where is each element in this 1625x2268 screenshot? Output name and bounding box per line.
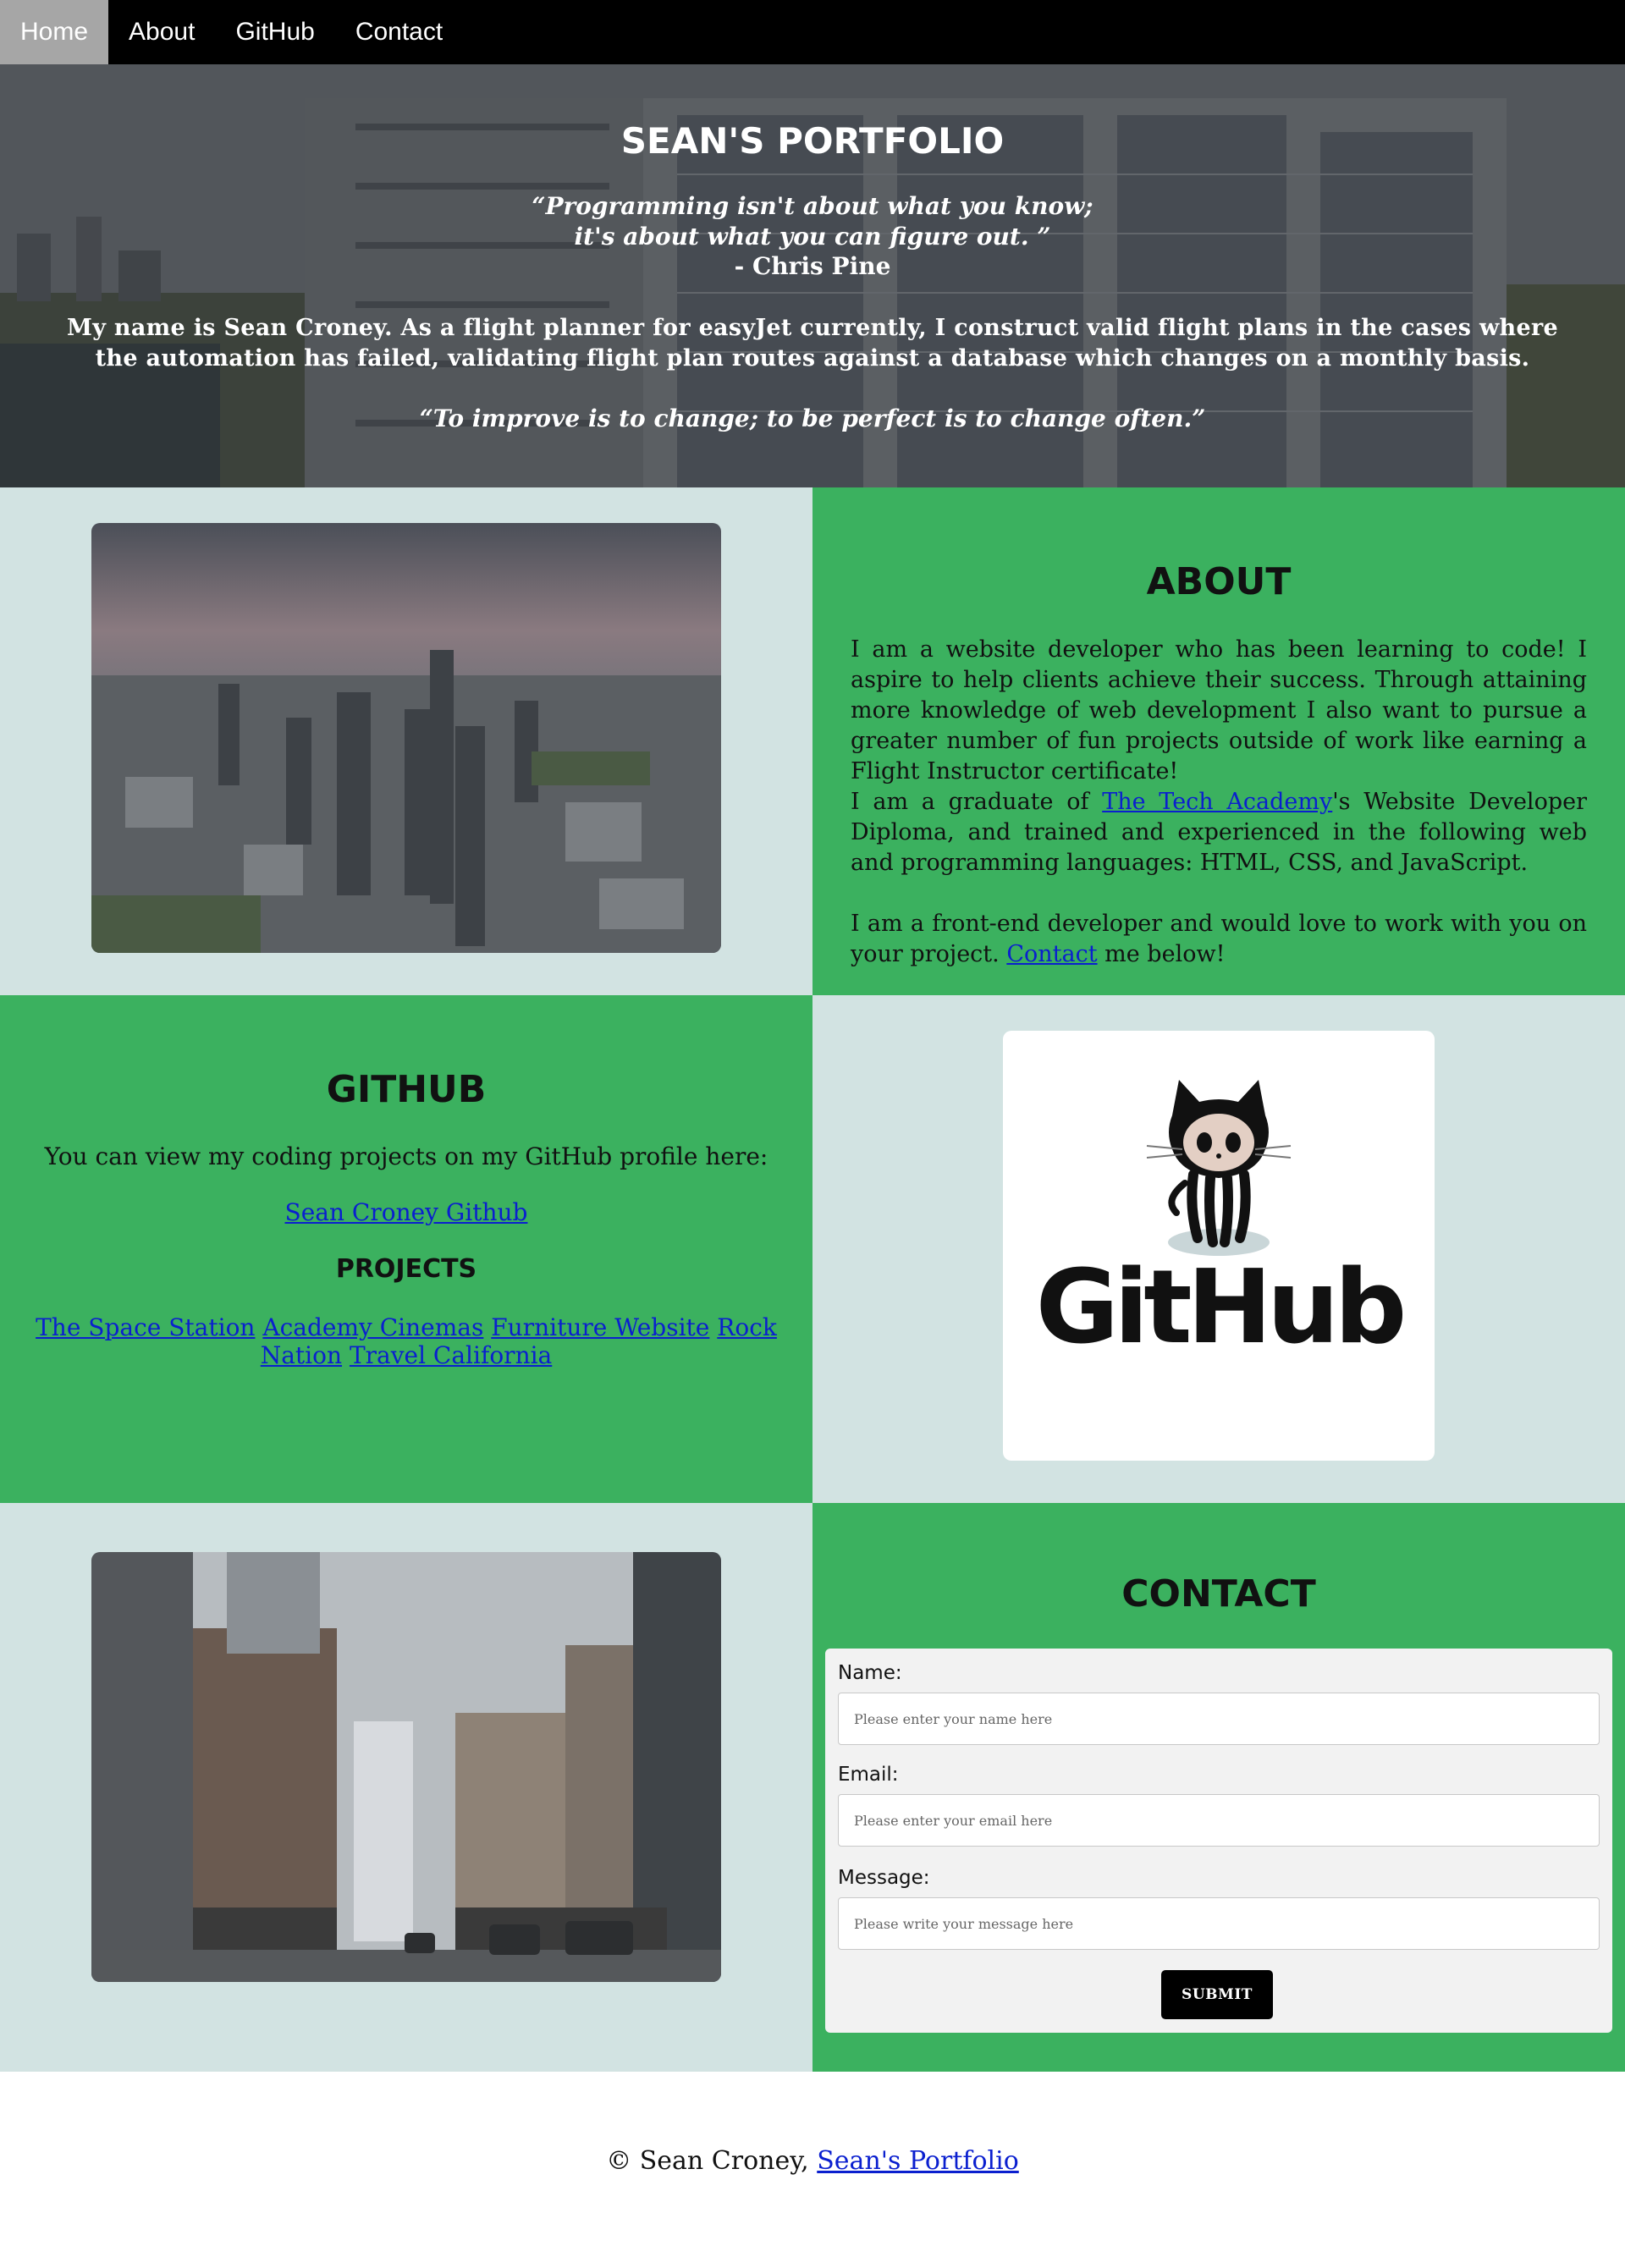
github-wordmark: GitHub <box>1035 1249 1407 1367</box>
contact-heading: CONTACT <box>1121 1572 1316 1616</box>
github-heading: GITHUB <box>326 1068 487 1111</box>
about-text: I am a website developer who has been le… <box>851 635 1587 970</box>
about-paragraph-3-end: me below! <box>1097 941 1226 967</box>
project-link-travel-california[interactable]: Travel California <box>350 1341 552 1369</box>
about-contact-link[interactable]: Contact <box>1006 941 1097 967</box>
github-profile-link[interactable]: Sean Croney Github <box>285 1198 528 1226</box>
nav-contact[interactable]: Contact <box>335 0 463 64</box>
footer-copyright: © Sean Croney, <box>606 2146 818 2176</box>
tech-academy-link[interactable]: The Tech Academy <box>1102 789 1332 815</box>
contact-form: Name: Please enter your name here Email:… <box>825 1649 1612 2033</box>
project-list: The Space Station Academy Cinemas Furnit… <box>0 1313 812 1369</box>
message-input[interactable]: Please write your message here <box>838 1897 1600 1950</box>
hero-banner: SEAN'S PORTFOLIO “Programming isn't abou… <box>0 64 1625 487</box>
hero-bio: My name is Sean Croney. As a flight plan… <box>67 315 1558 372</box>
nav-about[interactable]: About <box>108 0 215 64</box>
about-paragraph-2-start: I am a graduate of <box>851 789 1103 815</box>
footer: © Sean Croney, Sean's Portfolio <box>0 2072 1625 2268</box>
hero-quote-secondary: “To improve is to change; to be perfect … <box>419 405 1206 432</box>
about-heading: ABOUT <box>1146 560 1292 603</box>
top-nav: Home About GitHub Contact <box>0 0 1625 64</box>
email-label: Email: <box>838 1764 899 1786</box>
project-link-furniture-website[interactable]: Furniture Website <box>491 1313 709 1341</box>
about-paragraph-1: I am a website developer who has been le… <box>851 636 1587 784</box>
street-photo <box>91 1552 721 1982</box>
github-intro: You can view my coding projects on my Gi… <box>44 1142 768 1170</box>
submit-button[interactable]: SUBMIT <box>1161 1970 1273 2019</box>
hero-quote-line1: “Programming isn't about what you know; <box>532 192 1093 220</box>
project-link-academy-cinemas[interactable]: Academy Cinemas <box>262 1313 483 1341</box>
name-label: Name: <box>838 1662 902 1684</box>
contact-section: CONTACT Name: Please enter your name her… <box>812 1503 1625 2072</box>
about-section: ABOUT I am a website developer who has b… <box>812 487 1625 995</box>
nav-github[interactable]: GitHub <box>215 0 334 64</box>
about-image-cell <box>0 487 812 995</box>
github-logo-cell: GitHub <box>812 995 1625 1503</box>
email-input[interactable]: Please enter your email here <box>838 1794 1600 1847</box>
github-logo-card: GitHub <box>1003 1031 1435 1461</box>
nav-home[interactable]: Home <box>0 0 109 64</box>
name-input[interactable]: Please enter your name here <box>838 1693 1600 1745</box>
quote-author: - Chris Pine <box>734 252 891 280</box>
message-label: Message: <box>838 1867 930 1889</box>
site-title: SEAN'S PORTFOLIO <box>620 120 1005 162</box>
contact-image-cell <box>0 1503 812 2072</box>
city-skyline-photo <box>91 523 721 953</box>
octocat-icon <box>1146 1080 1292 1256</box>
footer-portfolio-link[interactable]: Sean's Portfolio <box>817 2146 1019 2176</box>
project-link-space-station[interactable]: The Space Station <box>36 1313 255 1341</box>
hero-quote-line2: it's about what you can figure out. ” <box>574 223 1051 250</box>
projects-heading: PROJECTS <box>335 1254 477 1284</box>
github-section: GITHUB You can view my coding projects o… <box>0 995 812 1503</box>
hero-quote: “Programming isn't about what you know; … <box>0 191 1625 252</box>
